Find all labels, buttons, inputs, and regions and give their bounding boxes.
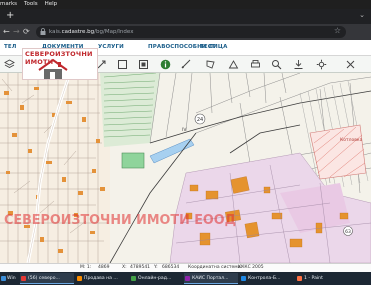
export-icon[interactable] [293,59,304,70]
taskbar-item-radio[interactable]: Онлайн-рад... [130,273,182,284]
y-value: 686534 [162,265,180,270]
print-icon[interactable] [250,59,261,70]
start-button[interactable]: Win [0,273,18,284]
map-status-bar: М: 1: 4869 X: 4789541 Y: 686534 Координа… [0,263,371,272]
menu-item-help[interactable]: Help [45,0,58,9]
menu-item-tools[interactable]: Tools [24,0,38,9]
scale-value: 4869 [98,265,110,270]
watermark-text: СЕВЕРОИЗТОЧНИ ИМОТИ ЕООД [4,213,236,228]
tab-strip: + ⌄ [0,9,371,24]
sports-field [121,152,145,169]
settings-icon[interactable] [316,59,327,70]
tab-search-icon[interactable]: ⌄ [359,11,365,19]
nav-item-services[interactable]: УСЛУГИ [98,44,124,50]
radio-icon [131,276,136,281]
menu-item-bookmarks[interactable]: marks [0,0,17,9]
taskbar-label: Контрола-Б... [248,276,281,281]
area-label-kotlovka: Котловка [340,137,363,143]
taskbar-label: Продава на ... [84,276,118,281]
bookmark-star-icon[interactable]: ☆ [334,26,341,35]
hatched-zone [309,124,367,180]
zoom-box-icon[interactable] [117,59,128,70]
url-input[interactable]: kais.cadastre.bg/bg/Map/Index ☆ [36,26,346,38]
taskbar-item-youtube[interactable]: (56) северо... [20,273,74,284]
start-label: Win [7,276,16,281]
clear-icon[interactable] [345,59,356,70]
identify-icon[interactable] [271,59,282,70]
taskbar-item-kais[interactable]: КАИС Портал... [184,273,238,284]
road-label-63: 63 [345,229,351,235]
new-tab-button[interactable]: + [6,11,14,21]
taskbar-label: 1 - Paint [304,276,323,281]
screen: marks Tools Help + ⌄ ← → ⟳ kais.cadastre… [0,0,371,285]
menu-bar: marks Tools Help [0,0,371,9]
full-extent-icon[interactable] [138,59,149,70]
taskbar-label: КАИС Портал... [192,276,229,281]
nav-item-tel[interactable]: ТЕЛ [4,44,16,50]
nav-item-test[interactable]: ТЕСТ [200,44,216,50]
parcel-number-24: 24 [197,117,203,123]
y-label: Y: [154,265,158,270]
scale-label: М: 1: [80,265,92,270]
residential-zone [0,73,110,263]
measure-icon[interactable] [181,59,192,70]
layers-icon[interactable] [4,59,15,70]
taskbar: Win (56) северо... Продава на ... Онлайн… [0,272,371,285]
area-icon[interactable] [228,59,239,70]
x-value: 4789541 [130,265,151,270]
browser-icon [77,276,82,281]
url-domain: cadastre.bg [61,29,95,35]
youtube-icon [21,276,26,281]
taskbar-label: (56) северо... [28,276,60,281]
coord-system-label: Координатна система: [188,265,242,270]
cadastral-map[interactable]: 24 IV Котловка 63 СЕВЕРОИЗТОЧНИ ИМОТИ ЕО… [0,73,371,263]
forward-button[interactable]: → [13,27,20,37]
brand-logo: СЕВЕРОИЗТОЧНИ ИМОТИ [22,48,98,80]
lock-icon [40,28,46,35]
reload-button[interactable]: ⟳ [23,27,30,37]
address-bar: ← → ⟳ kais.cadastre.bg/bg/Map/Index ☆ [0,24,371,40]
taskbar-label: Онлайн-рад... [138,276,172,281]
kais-icon [185,276,190,281]
taskbar-item-sale[interactable]: Продава на ... [76,273,128,284]
x-label: X: [122,265,127,270]
url-text: kais.cadastre.bg/bg/Map/Index [49,27,133,37]
document-icon [241,276,246,281]
url-prefix: kais. [49,29,62,35]
coord-system-value: КККС 2005 [238,265,264,270]
paint-icon [297,276,302,281]
taskbar-item-paint[interactable]: 1 - Paint [296,273,336,284]
taskbar-item-control[interactable]: Контрола-Б... [240,273,294,284]
url-path: /bg/Map/Index [94,29,134,35]
polygon-icon[interactable] [205,59,216,70]
house-icon [38,58,68,79]
map-canvas[interactable]: 24 IV Котловка 63 СЕВЕРОИЗТОЧНИ ИМОТИ ЕО… [0,73,371,263]
info-icon[interactable] [160,59,171,70]
windows-icon [1,276,6,281]
back-button[interactable]: ← [3,27,10,37]
